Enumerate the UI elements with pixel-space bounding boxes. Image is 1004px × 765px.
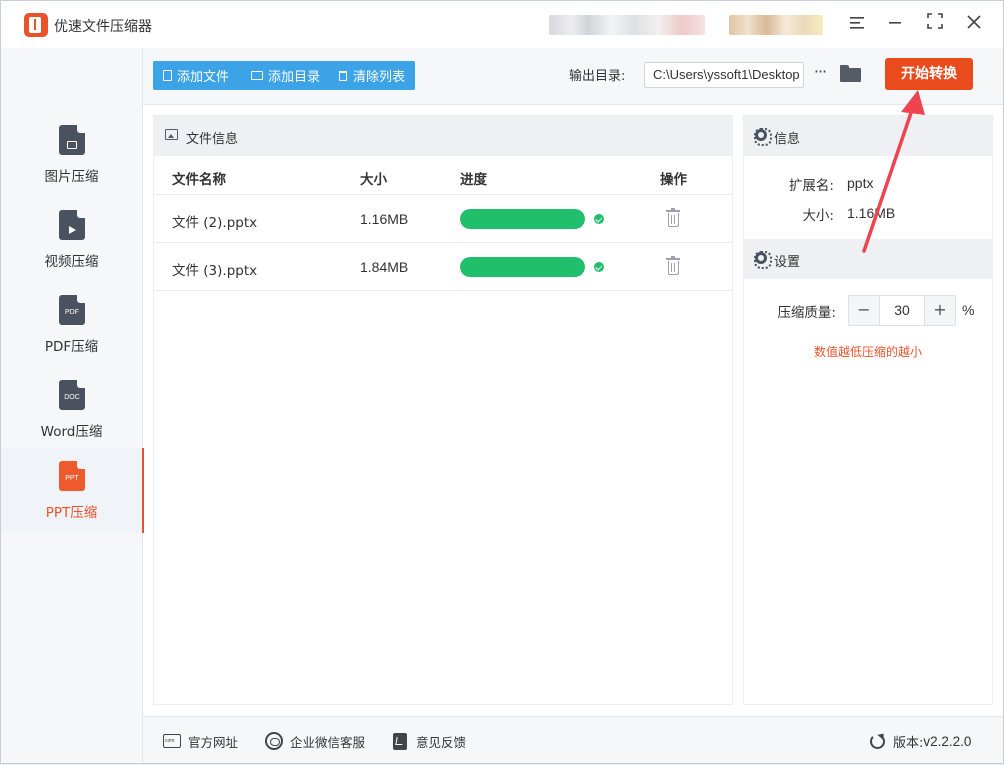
settings-header: 设置: [744, 239, 992, 279]
quality-label: 压缩质量:: [777, 305, 836, 321]
info-title: 信息: [774, 132, 801, 147]
more-options-button[interactable]: ···: [811, 62, 829, 86]
version-info[interactable]: 版本: v2.2.2.0: [870, 732, 972, 751]
sidebar-item-word[interactable]: DOC Word压缩: [1, 367, 142, 452]
footer: 官方网址 企业微信客服 意见反馈 版本: v2.2.2.0: [143, 716, 1003, 763]
file-action-group: 添加文件 添加目录 清除列表: [153, 61, 415, 90]
open-folder-icon[interactable]: [840, 65, 861, 82]
ppt-file-icon: PPT: [59, 461, 85, 491]
size-label: 大小:: [802, 208, 834, 224]
app-logo-icon: [24, 13, 48, 37]
col-action-header: 操作: [660, 172, 687, 188]
website-label: 官方网址: [188, 734, 239, 750]
progress-bar: [460, 209, 585, 229]
delete-icon[interactable]: [666, 256, 680, 275]
add-file-label: 添加文件: [177, 70, 230, 85]
trash-icon: [339, 70, 347, 81]
sidebar-item-label: PDF压缩: [44, 339, 99, 355]
progress-bar: [460, 257, 585, 277]
start-convert-button[interactable]: 开始转换: [885, 58, 973, 90]
title-bar: 优速文件压缩器: [1, 1, 1003, 48]
refresh-icon: [870, 733, 885, 749]
file-name: 文件 (2).pptx: [172, 215, 258, 231]
sidebar-item-label: PPT压缩: [45, 505, 98, 521]
ext-label: 扩展名:: [788, 178, 834, 194]
website-icon: [163, 734, 181, 748]
image-icon: [165, 129, 178, 140]
file-name: 文件 (3).pptx: [172, 263, 258, 279]
image-file-icon: [59, 125, 85, 155]
settings-title: 设置: [774, 255, 801, 270]
sidebar-item-video[interactable]: 视频压缩: [1, 197, 142, 282]
table-row[interactable]: 文件 (3).pptx 1.84MB: [154, 243, 732, 291]
sidebar: 图片压缩 视频压缩 PDF PDF压缩 DOC Word压缩 PPT PPT压缩: [1, 48, 144, 763]
folder-icon: [251, 71, 263, 80]
table-header: 文件名称 大小 进度 操作: [154, 156, 732, 195]
add-folder-button[interactable]: 添加目录: [241, 61, 329, 90]
clear-list-label: 清除列表: [353, 70, 406, 85]
file-info-panel: 文件信息 文件名称 大小 进度 操作 文件 (2).pptx 1.16MB 文件…: [153, 115, 733, 705]
side-info-panel: 信息 扩展名: pptx 大小: 1.16MB 设置 压缩质量: − 30 + …: [743, 115, 993, 705]
ext-value: pptx: [847, 175, 874, 191]
file-size: 1.16MB: [360, 211, 409, 227]
minimize-icon[interactable]: [884, 13, 906, 35]
website-link[interactable]: 官方网址: [163, 732, 238, 750]
gear-icon: [754, 251, 772, 269]
feedback-link[interactable]: 意见反馈: [393, 732, 466, 750]
add-folder-label: 添加目录: [268, 70, 321, 85]
feedback-icon: [393, 732, 407, 750]
video-file-icon: [59, 210, 85, 240]
app-title: 优速文件压缩器: [54, 19, 152, 35]
delete-icon[interactable]: [666, 208, 680, 227]
check-icon: [594, 262, 604, 272]
col-size-header: 大小: [360, 172, 387, 188]
size-value: 1.16MB: [847, 205, 896, 221]
pdf-file-icon: PDF: [59, 295, 85, 325]
quality-hint: 数值越低压缩的越小: [814, 345, 923, 359]
info-header: 信息: [744, 116, 992, 156]
increment-button[interactable]: +: [924, 296, 955, 325]
sidebar-item-label: 视频压缩: [44, 254, 99, 270]
wechat-support-link[interactable]: 企业微信客服: [265, 732, 365, 750]
clear-list-button[interactable]: 清除列表: [329, 61, 415, 90]
sidebar-item-pdf[interactable]: PDF PDF压缩: [1, 282, 142, 367]
version-number: v2.2.2.0: [923, 733, 972, 749]
file-icon: [163, 70, 172, 81]
wechat-label: 企业微信客服: [290, 734, 366, 750]
sidebar-item-label: Word压缩: [40, 424, 103, 440]
file-size: 1.84MB: [360, 259, 409, 275]
file-panel-title: 文件信息: [186, 132, 239, 147]
file-panel-header: 文件信息: [154, 116, 732, 156]
gear-icon: [754, 128, 772, 146]
doc-file-icon: DOC: [59, 380, 85, 410]
percent-unit: %: [962, 302, 975, 318]
sidebar-item-label: 图片压缩: [44, 169, 99, 185]
table-row[interactable]: 文件 (2).pptx 1.16MB: [154, 195, 732, 243]
add-file-button[interactable]: 添加文件: [153, 61, 241, 90]
chat-icon: [265, 732, 283, 750]
quality-input[interactable]: 30: [880, 296, 924, 325]
col-name-header: 文件名称: [172, 172, 226, 188]
close-icon[interactable]: [963, 13, 985, 35]
maximize-icon[interactable]: [924, 13, 946, 35]
menu-icon[interactable]: [846, 13, 868, 35]
quality-stepper: − 30 +: [848, 295, 956, 326]
blurred-user-info: [549, 15, 705, 35]
feedback-label: 意见反馈: [416, 734, 467, 750]
blurred-account-badge: [729, 15, 823, 35]
sidebar-item-image[interactable]: 图片压缩: [1, 112, 142, 197]
toolbar: 添加文件 添加目录 清除列表 输出目录: C:\Users\yssoft1\De…: [143, 48, 1003, 105]
output-dir-field[interactable]: C:\Users\yssoft1\Desktop: [644, 62, 804, 88]
app-window: 优速文件压缩器 图片压缩 视频压缩 PDF PDF压缩 DOC Word压缩 P…: [0, 0, 1004, 764]
version-label: 版本:: [893, 735, 924, 751]
col-progress-header: 进度: [460, 172, 487, 188]
check-icon: [594, 214, 604, 224]
decrement-button[interactable]: −: [849, 296, 880, 325]
sidebar-item-ppt[interactable]: PPT PPT压缩: [1, 448, 144, 533]
output-dir-label: 输出目录:: [569, 69, 626, 84]
